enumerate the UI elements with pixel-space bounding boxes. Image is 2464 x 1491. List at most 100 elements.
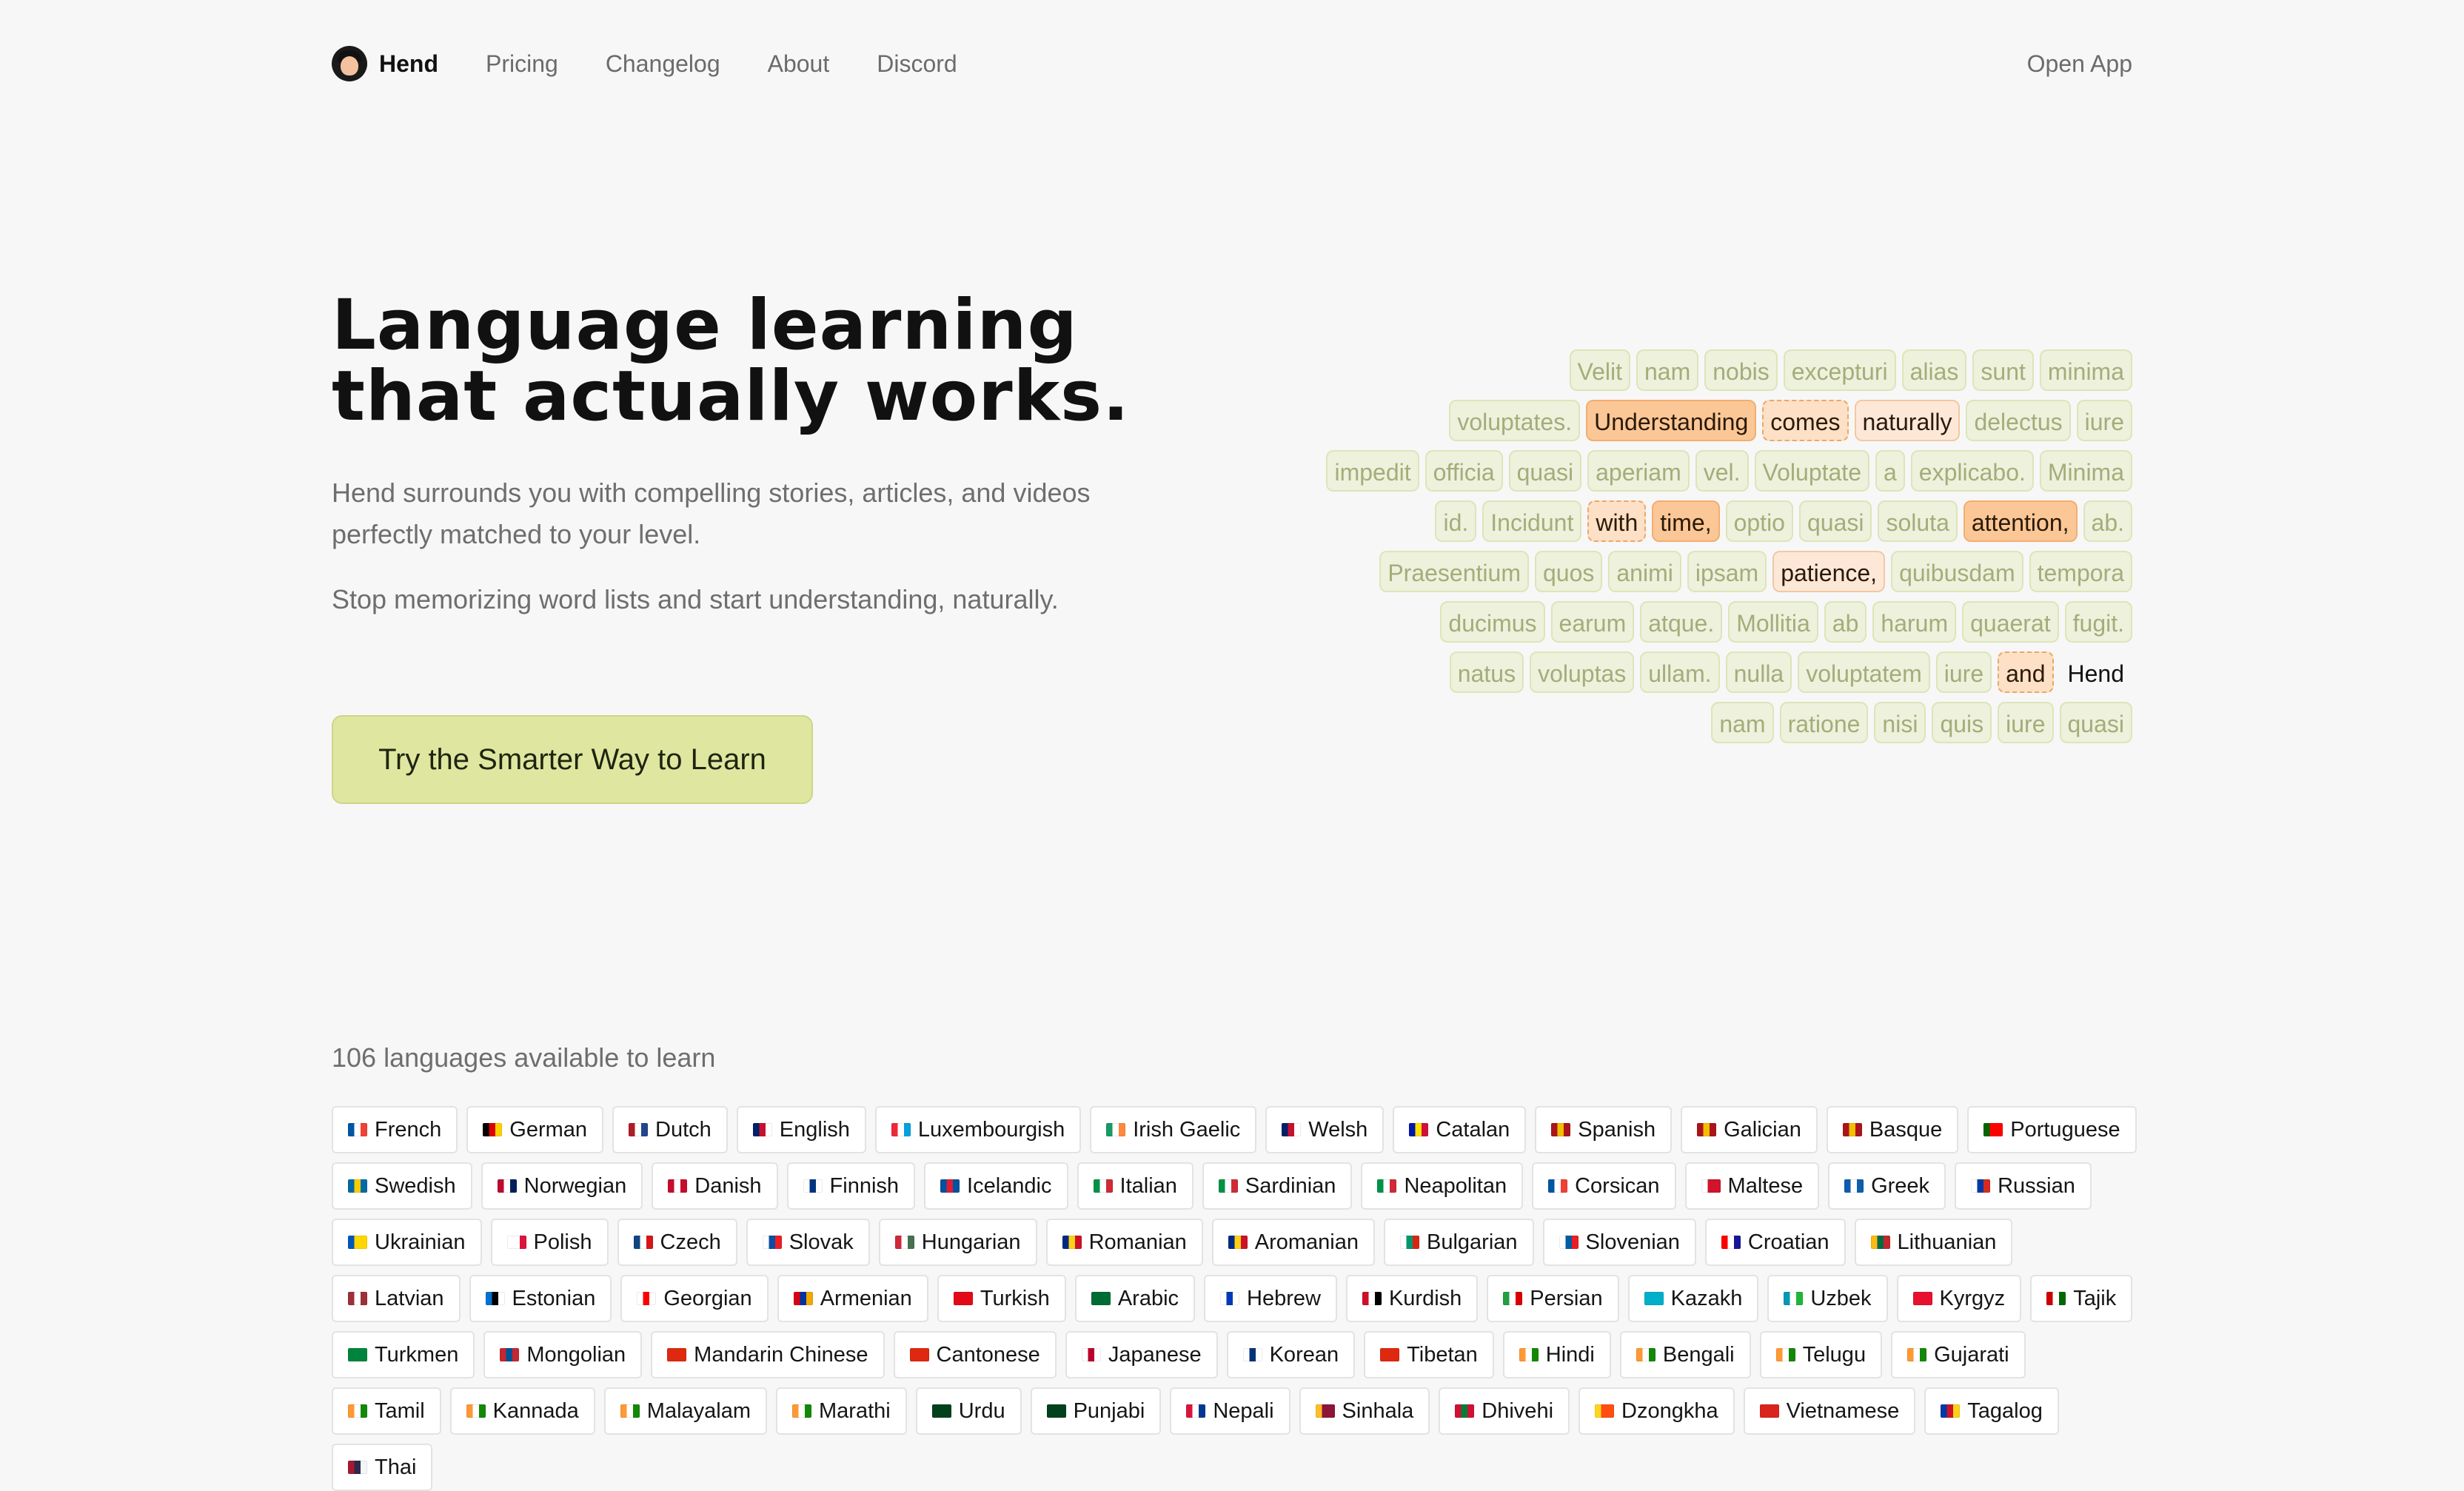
try-smarter-way-button[interactable]: Try the Smarter Way to Learn [332, 715, 813, 804]
nav-link-about[interactable]: About [768, 50, 830, 78]
language-chip[interactable]: Norwegian [481, 1162, 643, 1210]
language-chip[interactable]: Bengali [1619, 1331, 1751, 1378]
language-chip[interactable]: Tamil [332, 1387, 441, 1435]
language-chip[interactable]: Sinhala [1299, 1387, 1430, 1435]
language-chip[interactable]: Thai [332, 1444, 433, 1491]
language-chip[interactable]: English [736, 1106, 866, 1153]
language-name: Czech [660, 1230, 721, 1254]
language-chip[interactable]: Estonian [469, 1275, 612, 1322]
language-chip[interactable]: Uzbek [1767, 1275, 1888, 1322]
language-chip[interactable]: Turkmen [332, 1331, 475, 1378]
language-chip[interactable]: Japanese [1065, 1331, 1218, 1378]
language-chip[interactable]: Tagalog [1924, 1387, 2059, 1435]
language-chip[interactable]: Tajik [2030, 1275, 2133, 1322]
language-chip[interactable]: Irish Gaelic [1090, 1106, 1257, 1153]
language-chip[interactable]: Maltese [1684, 1162, 1820, 1210]
nav-link-pricing[interactable]: Pricing [486, 50, 558, 78]
language-chip[interactable]: Czech [617, 1219, 737, 1266]
language-chip[interactable]: Kurdish [1345, 1275, 1479, 1322]
language-chip[interactable]: Malayalam [603, 1387, 768, 1435]
language-chip[interactable]: Kyrgyz [1896, 1275, 2022, 1322]
word-chip: natus [1449, 651, 1524, 693]
language-chip[interactable]: Nepali [1170, 1387, 1290, 1435]
language-chip[interactable]: Hindi [1502, 1331, 1611, 1378]
language-chip[interactable]: Welsh [1265, 1106, 1385, 1153]
language-chip[interactable]: Swedish [332, 1162, 472, 1210]
nav-link-changelog[interactable]: Changelog [606, 50, 720, 78]
language-chip[interactable]: Korean [1226, 1331, 1356, 1378]
word-chip: soluta [1878, 500, 1958, 542]
open-app-link[interactable]: Open App [2027, 50, 2132, 78]
flag-icon [1106, 1123, 1126, 1136]
language-chip[interactable]: Kannada [449, 1387, 595, 1435]
language-chip[interactable]: Catalan [1393, 1106, 1527, 1153]
language-chip[interactable]: Georgian [620, 1275, 769, 1322]
language-chip[interactable]: Portuguese [1967, 1106, 2137, 1153]
language-chip[interactable]: Slovak [746, 1219, 870, 1266]
flag-icon [1759, 1404, 1779, 1418]
language-name: Finnish [829, 1173, 900, 1198]
language-chip[interactable]: Persian [1487, 1275, 1619, 1322]
language-chip[interactable]: Dhivehi [1439, 1387, 1570, 1435]
language-name: Georgian [663, 1286, 752, 1310]
language-name: Neapolitan [1404, 1173, 1507, 1198]
language-chip[interactable]: Dutch [612, 1106, 728, 1153]
language-chip[interactable]: Finnish [786, 1162, 916, 1210]
language-chip[interactable]: Icelandic [924, 1162, 1068, 1210]
language-chip[interactable]: Telugu [1759, 1331, 1883, 1378]
language-name: Corsican [1575, 1173, 1660, 1198]
language-chip[interactable]: Cantonese [893, 1331, 1057, 1378]
language-chip[interactable]: Spanish [1535, 1106, 1673, 1153]
language-chip[interactable]: Slovenian [1542, 1219, 1696, 1266]
language-chip[interactable]: Italian [1077, 1162, 1194, 1210]
language-chip[interactable]: Mandarin Chinese [651, 1331, 885, 1378]
flag-icon [637, 1292, 657, 1305]
language-chip[interactable]: Gujarati [1891, 1331, 2026, 1378]
language-chip[interactable]: Ukrainian [332, 1219, 482, 1266]
language-chip[interactable]: Hungarian [878, 1219, 1037, 1266]
language-chip[interactable]: Dzongkha [1578, 1387, 1735, 1435]
flag-icon [1644, 1292, 1664, 1305]
language-chip[interactable]: Sardinian [1202, 1162, 1353, 1210]
language-chip[interactable]: Turkish [937, 1275, 1066, 1322]
language-chip[interactable]: Latvian [332, 1275, 461, 1322]
language-chip[interactable]: Croatian [1704, 1219, 1846, 1266]
language-name: Mongolian [526, 1342, 626, 1367]
language-chip[interactable]: Armenian [777, 1275, 928, 1322]
brand-logo[interactable]: Hend [332, 46, 438, 81]
word-chip: nisi [1874, 702, 1926, 743]
language-chip[interactable]: Neapolitan [1361, 1162, 1524, 1210]
language-chip[interactable]: German [466, 1106, 604, 1153]
language-chip[interactable]: Basque [1826, 1106, 1959, 1153]
language-chip[interactable]: Hebrew [1204, 1275, 1337, 1322]
language-chip[interactable]: Luxembourgish [874, 1106, 1082, 1153]
language-chip[interactable]: Lithuanian [1854, 1219, 2013, 1266]
language-chip[interactable]: Punjabi [1030, 1387, 1162, 1435]
language-chip[interactable]: Urdu [915, 1387, 1022, 1435]
language-chip[interactable]: Marathi [776, 1387, 907, 1435]
language-chip[interactable]: Romanian [1045, 1219, 1203, 1266]
language-name: Ukrainian [375, 1230, 466, 1254]
nav-link-discord[interactable]: Discord [877, 50, 957, 78]
flag-icon [931, 1404, 951, 1418]
language-chip[interactable]: French [332, 1106, 458, 1153]
language-chip[interactable]: Mongolian [483, 1331, 643, 1378]
word-cloud-row: id. Incidunt with time, optio quasi soluta atte… [1259, 499, 2132, 543]
language-chip[interactable]: Russian [1955, 1162, 2092, 1210]
language-chip[interactable]: Bulgarian [1384, 1219, 1534, 1266]
language-chip[interactable]: Polish [490, 1219, 609, 1266]
language-chip[interactable]: Corsican [1532, 1162, 1676, 1210]
flag-icon [1377, 1179, 1397, 1193]
language-chip[interactable]: Danish [652, 1162, 778, 1210]
language-chip[interactable]: Kazakh [1627, 1275, 1759, 1322]
language-name: Tajik [2073, 1286, 2117, 1310]
language-chip[interactable]: Vietnamese [1743, 1387, 1916, 1435]
language-chip[interactable]: Tibetan [1364, 1331, 1494, 1378]
language-chip[interactable]: Galician [1681, 1106, 1818, 1153]
language-chip[interactable]: Arabic [1074, 1275, 1196, 1322]
language-chip[interactable]: Greek [1828, 1162, 1946, 1210]
language-chip[interactable]: Aromanian [1211, 1219, 1376, 1266]
flag-icon [500, 1348, 520, 1361]
flag-icon [668, 1179, 688, 1193]
word-chip: explicabo. [1910, 450, 2034, 492]
